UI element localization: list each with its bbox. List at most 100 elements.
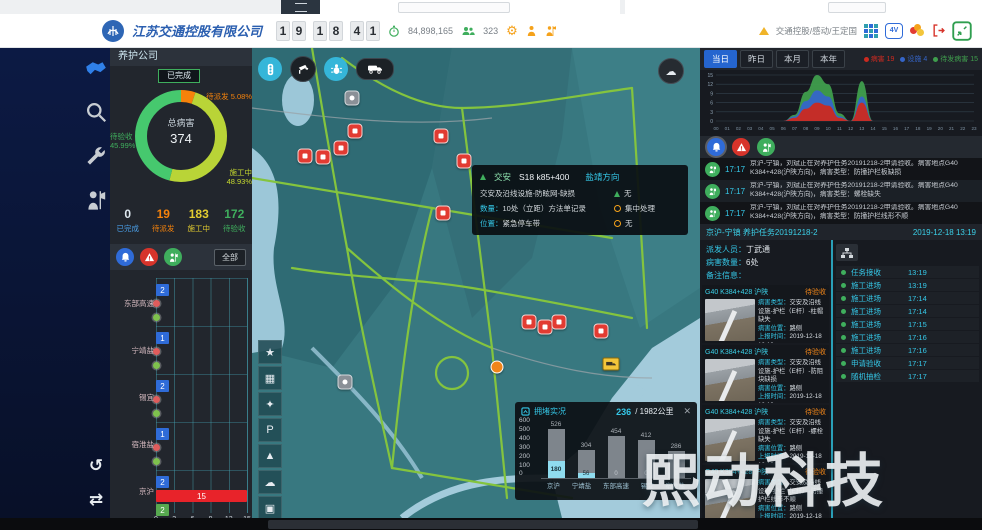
map-tool-parking[interactable]: P — [258, 418, 282, 442]
defect-marker[interactable] — [538, 320, 553, 335]
menu-icon[interactable] — [281, 0, 320, 14]
congestion-bar-东部高速[interactable]: 4540 — [608, 436, 625, 478]
worker-icon[interactable] — [164, 248, 182, 266]
map-tool-roadwork[interactable]: ▲ — [258, 444, 282, 468]
all-filter-button[interactable]: 全部 — [214, 249, 246, 266]
event-item[interactable]: 17:17京沪-宁镇，刘斌正在对养护任务20191218-2申请验收。病害地点G… — [700, 158, 982, 180]
bar-待验收[interactable]: 2 — [156, 504, 169, 516]
facility-marker[interactable] — [338, 375, 353, 390]
task-title[interactable]: 京沪-宁镇 养护任务20191218-2 — [706, 227, 818, 238]
timeline-row[interactable]: 随机抽检17:17 — [836, 370, 979, 382]
bar-待派发[interactable]: 1 — [156, 428, 169, 440]
defect-marker[interactable] — [522, 315, 537, 330]
history-cloud-button[interactable]: ☁ — [658, 58, 684, 84]
congestion-bar-宁靖盐[interactable]: 30456 — [578, 450, 595, 478]
x-label: 京沪 — [547, 480, 560, 490]
defect-marker[interactable] — [457, 154, 472, 169]
org-tree-icon[interactable] — [836, 244, 858, 261]
bug-button[interactable] — [324, 57, 348, 81]
alarm-icon[interactable] — [116, 248, 134, 266]
marker-glyph — [353, 129, 358, 134]
bar-待派发[interactable]: 1 — [156, 332, 169, 344]
defect-marker[interactable] — [436, 206, 451, 221]
event-item[interactable]: 17:17京沪-宁镇，刘斌正在对养护任务20191218-2申请验收。病害地点G… — [700, 202, 982, 224]
sidebar-item-construction[interactable] — [84, 188, 108, 212]
bar-待派发[interactable]: 2 — [156, 284, 169, 296]
flagger-icon[interactable] — [545, 25, 557, 37]
4v-icon[interactable]: 4V — [885, 23, 903, 39]
map-tool-service-area[interactable]: ▦ — [258, 366, 282, 390]
map-tool-snapshot[interactable]: ▣ — [258, 496, 282, 518]
timeline-row[interactable]: 施工进场17:16 — [836, 344, 979, 356]
alarm-icon[interactable] — [707, 138, 725, 156]
tab-本月[interactable]: 本月 — [776, 50, 809, 68]
cone-marker[interactable] — [491, 361, 504, 374]
user-breadcrumb[interactable]: 交通控股/感动/王定国 — [776, 25, 857, 37]
map-tool-favorite[interactable]: ★ — [258, 340, 282, 364]
undo-icon[interactable]: ↺ — [89, 456, 103, 476]
alert-icon[interactable] — [732, 138, 750, 156]
palette-icon[interactable] — [910, 24, 925, 37]
event-item[interactable]: 17:17京沪-宁镇，刘斌正在对养护任务20191218-2申请验收。病害地点G… — [700, 180, 982, 202]
svg-text:11: 11 — [837, 126, 842, 131]
alert-icon[interactable] — [140, 248, 158, 266]
map-tool-toll-station[interactable]: ✦ — [258, 392, 282, 416]
date-tabs: 当日昨日本月本年病害 19设施 4待发病害 15 — [700, 48, 982, 70]
defect-marker[interactable] — [348, 124, 363, 139]
svg-text:12: 12 — [707, 82, 713, 88]
timeline-row[interactable]: 施工进场17:15 — [836, 318, 979, 330]
sidebar-item-road-network[interactable] — [84, 56, 108, 80]
tab-昨日[interactable]: 昨日 — [740, 50, 773, 68]
defect-photo[interactable] — [705, 419, 755, 461]
defect-photo[interactable] — [705, 299, 755, 341]
bar-待派发[interactable]: 2 — [156, 476, 169, 488]
status-badge: 待验收 — [805, 467, 826, 477]
congestion-bar-宿淮盐[interactable]: 2860 — [668, 451, 685, 478]
defect-photo[interactable] — [705, 359, 755, 401]
truck-toggle[interactable] — [356, 58, 394, 80]
shrink-icon[interactable] — [952, 21, 972, 41]
defect-card[interactable]: G40 K384+428 沪陕待验收病害类型：交安及沿线设施-护栏（E杆）-螺栓… — [702, 405, 829, 463]
defect-marker[interactable] — [298, 149, 313, 164]
defect-card[interactable]: G40 K384+428 沪陕待验收病害类型：交安及沿线设施-护栏（E杆）-柱帽… — [702, 285, 829, 343]
bar-施工中[interactable]: 15 — [156, 490, 247, 502]
card-body: 病害类型：交安及沿线设施-护栏（E杆）-柱帽缺失病害位置：路侧上报时间：2019… — [705, 299, 826, 343]
sidebar-item-maintenance[interactable] — [84, 144, 108, 168]
timeline-row[interactable]: 施工进场17:14 — [836, 292, 979, 304]
bar-待派发[interactable]: 2 — [156, 380, 169, 392]
close-icon[interactable]: ✕ — [683, 406, 691, 417]
timeline-row[interactable]: 施工进场13:19 — [836, 279, 979, 291]
grid-apps-icon[interactable] — [864, 24, 878, 38]
sidebar-item-patrol-search[interactable] — [84, 100, 108, 124]
tab-本年[interactable]: 本年 — [812, 50, 845, 68]
vehicle-marker[interactable] — [603, 358, 620, 371]
defect-photo[interactable] — [705, 479, 755, 521]
svg-text:07: 07 — [792, 126, 798, 131]
timeline-row[interactable]: 申请验收17:17 — [836, 357, 979, 369]
timeline-row[interactable]: 任务接收13:19 — [836, 266, 979, 278]
defect-marker[interactable] — [594, 324, 609, 339]
congestion-bar-京沪[interactable]: 526180 — [548, 429, 565, 478]
logout-icon[interactable] — [932, 24, 945, 37]
timeline-row[interactable]: 施工进场17:16 — [836, 331, 979, 343]
switch-icon[interactable]: ⇄ — [89, 490, 103, 510]
defect-marker[interactable] — [434, 129, 449, 144]
camera-button[interactable] — [290, 56, 316, 82]
congestion-bar-锡宜[interactable]: 4120 — [638, 440, 655, 478]
defect-card[interactable]: G40 K384+428 沪陕待验收病害类型：交安及沿线设施-护栏（E杆）-防撞… — [702, 465, 829, 523]
defect-card[interactable]: G40 K384+428 沪陕待验收病害类型：交安及沿线设施-护栏（E杆）-防阻… — [702, 345, 829, 403]
gear-icon[interactable]: ⚙ — [506, 23, 518, 39]
map[interactable]: ☁ ★▦✦P▲☁▣≡ 交安 S18 k85+400 盐靖方向 交安及沿线设施-防… — [252, 48, 700, 518]
defect-marker[interactable] — [316, 150, 331, 165]
facility-marker[interactable] — [345, 91, 360, 106]
defect-marker[interactable] — [552, 315, 567, 330]
traffic-light-button[interactable] — [258, 57, 282, 81]
defect-marker[interactable] — [334, 141, 349, 156]
map-tool-weather[interactable]: ☁ — [258, 470, 282, 494]
card-body: 病害类型：交安及沿线设施-护栏（E杆）-螺栓缺失病害位置：路侧上报时间：2019… — [705, 419, 826, 463]
tab-当日[interactable]: 当日 — [704, 50, 737, 68]
worker-icon[interactable] — [526, 25, 537, 37]
worker-icon[interactable] — [757, 138, 775, 156]
timeline-row[interactable]: 施工进场17:14 — [836, 305, 979, 317]
stat-待验收: 172待验收 — [217, 204, 253, 244]
